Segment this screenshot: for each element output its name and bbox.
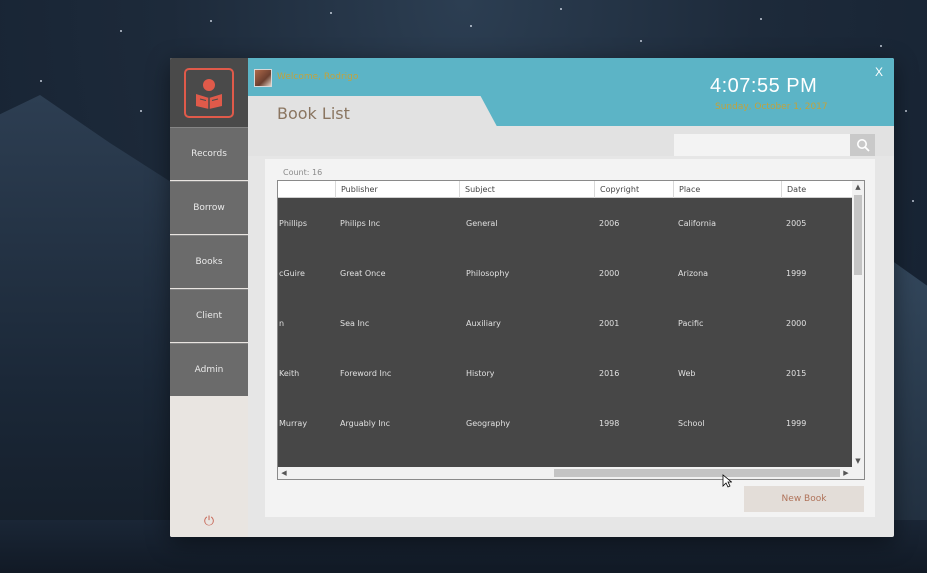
table-cell: Arizona bbox=[678, 269, 709, 278]
column-header-subject[interactable]: Subject bbox=[459, 181, 594, 198]
table-cell: Foreword Inc bbox=[340, 369, 392, 378]
table-cell: Philips Inc bbox=[340, 219, 381, 228]
scroll-up-icon[interactable]: ▲ bbox=[852, 181, 864, 193]
table-cell: 1999 bbox=[786, 419, 807, 428]
table-cell: School bbox=[678, 419, 705, 428]
book-table: Publisher Subject Copyright Place Date P… bbox=[277, 180, 865, 480]
table-cell: Sea Inc bbox=[340, 319, 370, 328]
sidebar-item-label: Client bbox=[195, 311, 223, 321]
table-cell: Great Once bbox=[340, 269, 386, 278]
table-cell: 2006 bbox=[599, 219, 620, 228]
book-list-panel: Count: 16 Publisher Subject Copyright Pl… bbox=[265, 159, 875, 517]
table-cell: History bbox=[466, 369, 495, 378]
table-cell: Geography bbox=[466, 419, 511, 428]
sidebar-item-label: Records bbox=[191, 149, 227, 159]
table-row[interactable]: Phillips Philips Inc General 2006 Califo… bbox=[278, 199, 852, 249]
scroll-down-icon[interactable]: ▼ bbox=[852, 455, 864, 467]
vertical-scrollbar[interactable]: ▲ ▼ bbox=[852, 181, 864, 467]
table-cell: Pacific bbox=[678, 319, 704, 328]
horizontal-scrollbar[interactable]: ◀ ▶ bbox=[278, 467, 864, 479]
scroll-left-icon[interactable]: ◀ bbox=[278, 467, 290, 479]
table-cell: 2016 bbox=[599, 369, 620, 378]
close-button[interactable]: X bbox=[875, 65, 883, 79]
search-button[interactable] bbox=[850, 134, 875, 156]
table-cell: California bbox=[678, 219, 716, 228]
page-title: Book List bbox=[277, 104, 350, 123]
power-icon[interactable]: ⏻ bbox=[201, 514, 217, 530]
search-icon bbox=[856, 139, 870, 152]
table-header: Publisher Subject Copyright Place Date bbox=[278, 181, 864, 198]
table-cell: 2005 bbox=[786, 219, 807, 228]
table-cell: Phillips bbox=[279, 219, 308, 228]
sidebar-item-label: Admin bbox=[194, 365, 224, 375]
sidebar-item-records[interactable]: Records bbox=[170, 127, 248, 180]
table-cell: 2000 bbox=[599, 269, 620, 278]
sidebar: Records Borrow Books Client Admin ⏻ bbox=[170, 58, 248, 537]
column-header-publisher[interactable]: Publisher bbox=[335, 181, 459, 198]
reader-icon bbox=[196, 78, 222, 109]
avatar[interactable] bbox=[254, 69, 272, 87]
column-header-date[interactable]: Date bbox=[781, 181, 852, 198]
table-cell: Arguably Inc bbox=[340, 419, 391, 428]
table-cell: 1999 bbox=[786, 269, 807, 278]
column-header-copyright[interactable]: Copyright bbox=[594, 181, 673, 198]
sidebar-item-label: Books bbox=[195, 257, 223, 267]
table-cell: Philosophy bbox=[466, 269, 510, 278]
vertical-scroll-thumb[interactable] bbox=[854, 195, 862, 275]
table-cell: 2001 bbox=[599, 319, 620, 328]
sidebar-item-books[interactable]: Books bbox=[170, 235, 248, 288]
table-cell: n bbox=[279, 319, 285, 328]
column-header-place[interactable]: Place bbox=[673, 181, 781, 198]
sidebar-item-client[interactable]: Client bbox=[170, 289, 248, 342]
record-count: Count: 16 bbox=[283, 168, 323, 177]
horizontal-scroll-thumb[interactable] bbox=[554, 469, 840, 477]
table-cell: Auxiliary bbox=[466, 319, 501, 328]
welcome-text: Welcome, Rodrigo bbox=[277, 72, 359, 82]
table-cell: Keith bbox=[279, 369, 300, 378]
clock-time: 4:07:55 PM bbox=[710, 75, 818, 97]
table-row[interactable]: cGuire Great Once Philosophy 2000 Arizon… bbox=[278, 249, 852, 299]
table-cell: Murray bbox=[279, 419, 308, 428]
table-cell: General bbox=[466, 219, 498, 228]
table-cell: 2015 bbox=[786, 369, 807, 378]
search-input[interactable] bbox=[674, 134, 850, 156]
sidebar-item-label: Borrow bbox=[193, 203, 225, 213]
mouse-cursor-icon bbox=[722, 474, 732, 488]
app-logo bbox=[170, 58, 248, 127]
table-cell: cGuire bbox=[279, 269, 305, 278]
app-window: Records Borrow Books Client Admin ⏻ Welc… bbox=[170, 58, 894, 537]
table-cell: Web bbox=[678, 369, 696, 378]
table-row[interactable]: Keith Foreword Inc History 2016 Web 2015 bbox=[278, 349, 852, 399]
clock-date: Sunday, October 1, 2017 bbox=[715, 102, 828, 112]
new-book-button[interactable]: New Book bbox=[744, 486, 864, 512]
table-row[interactable]: n Sea Inc Auxiliary 2001 Pacific 2000 bbox=[278, 299, 852, 349]
scroll-right-icon[interactable]: ▶ bbox=[840, 467, 852, 479]
column-header[interactable] bbox=[278, 181, 335, 198]
sidebar-item-borrow[interactable]: Borrow bbox=[170, 181, 248, 234]
table-row[interactable]: Murray Arguably Inc Geography 1998 Schoo… bbox=[278, 399, 852, 449]
table-cell: 1998 bbox=[599, 419, 620, 428]
table-cell: 2000 bbox=[786, 319, 807, 328]
sidebar-item-admin[interactable]: Admin bbox=[170, 343, 248, 396]
